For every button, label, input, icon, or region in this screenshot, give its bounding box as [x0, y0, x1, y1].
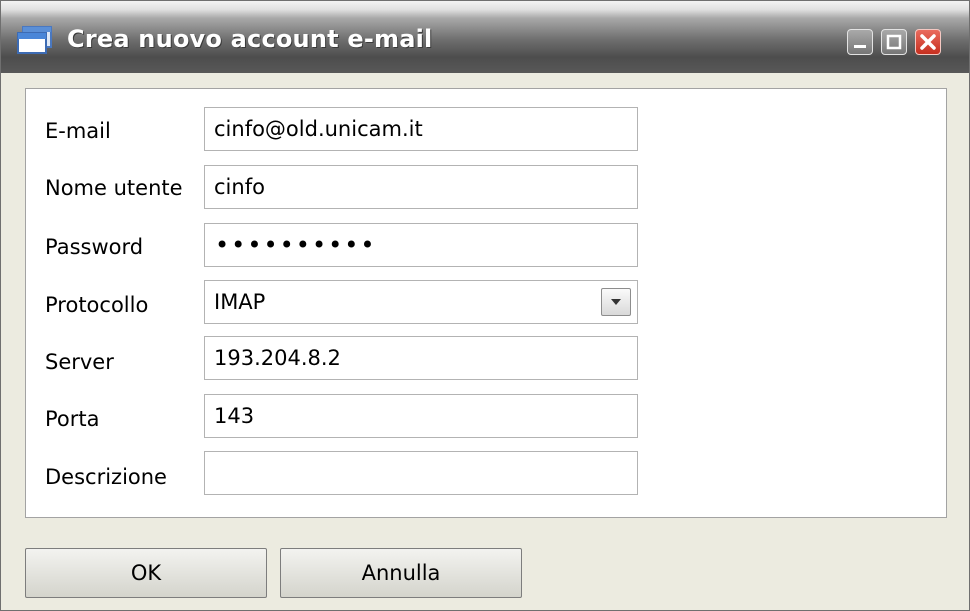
- window-title: Crea nuovo account e-mail: [67, 25, 433, 53]
- password-label: Password: [45, 235, 144, 259]
- server-field[interactable]: 193.204.8.2: [204, 336, 638, 380]
- dialog-window: Crea nuovo account e-mail E-mail cinfo@o…: [0, 0, 970, 611]
- cancel-button[interactable]: Annulla: [280, 548, 522, 598]
- protocol-selected-value: IMAP: [214, 290, 266, 314]
- server-label: Server: [45, 350, 114, 374]
- dropdown-arrow-button[interactable]: [601, 288, 631, 316]
- close-button[interactable]: [915, 29, 941, 55]
- port-label: Porta: [45, 407, 100, 431]
- username-field[interactable]: cinfo: [204, 165, 638, 209]
- username-label: Nome utente: [45, 176, 183, 200]
- email-field[interactable]: cinfo@old.unicam.it: [204, 107, 638, 151]
- description-label: Descrizione: [45, 465, 167, 489]
- window-app-icon: [17, 25, 53, 55]
- minimize-button[interactable]: [847, 29, 873, 55]
- maximize-icon: [886, 34, 902, 50]
- port-field[interactable]: 143: [204, 394, 638, 438]
- minimize-icon: [854, 45, 866, 48]
- protocol-select[interactable]: IMAP: [204, 280, 638, 324]
- close-icon: [920, 34, 936, 50]
- password-field[interactable]: ••••••••••: [204, 223, 638, 267]
- maximize-button[interactable]: [881, 29, 907, 55]
- title-bar[interactable]: Crea nuovo account e-mail: [1, 1, 969, 73]
- email-label: E-mail: [45, 119, 111, 143]
- description-field[interactable]: [204, 451, 638, 495]
- chevron-down-icon: [611, 299, 621, 305]
- protocol-label: Protocollo: [45, 293, 149, 317]
- ok-button[interactable]: OK: [25, 548, 267, 598]
